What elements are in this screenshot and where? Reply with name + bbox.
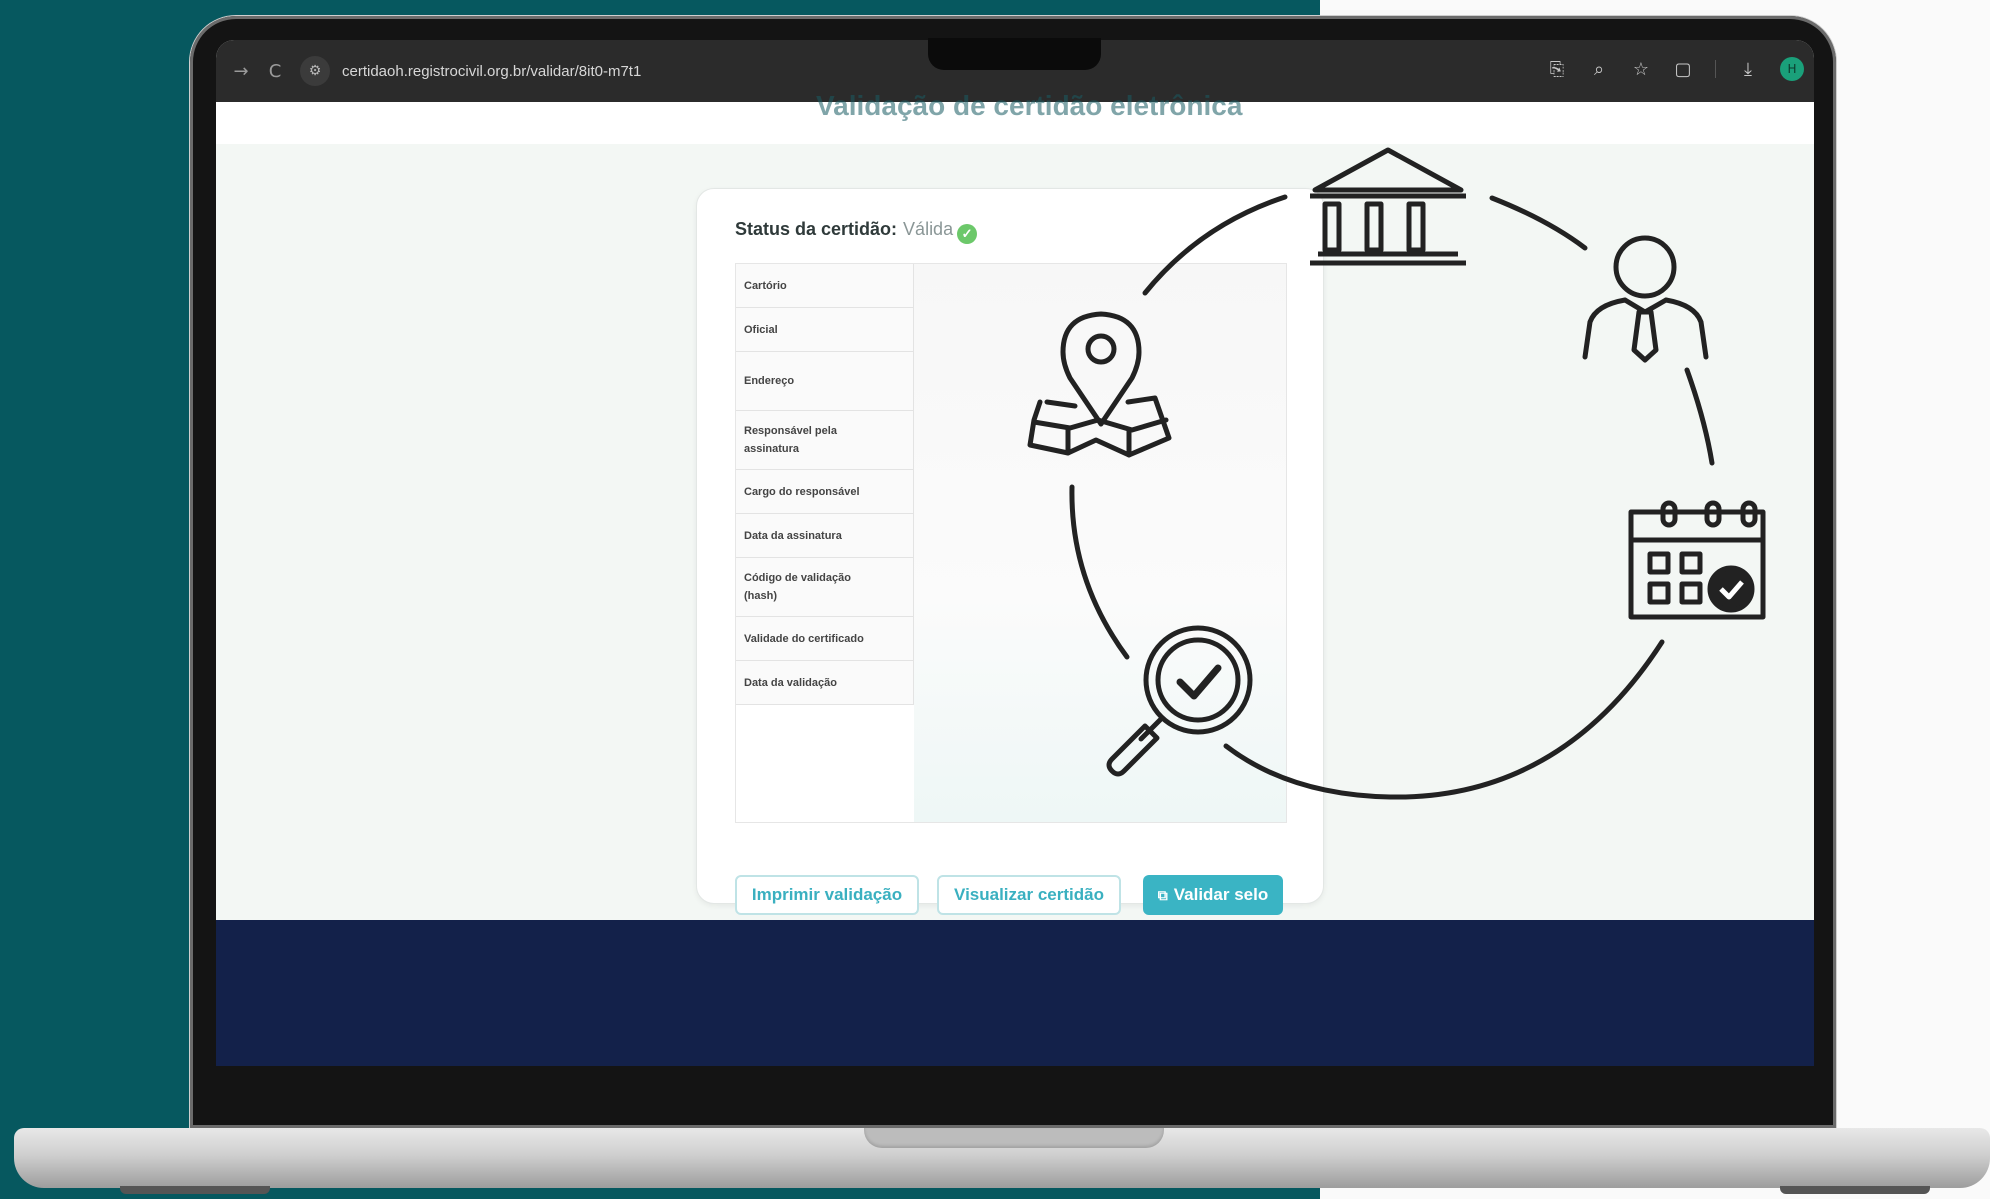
extensions-icon[interactable]: ▢	[1673, 59, 1693, 80]
table-row-label: Cartório	[736, 264, 914, 308]
check-circle-icon: ✓	[957, 224, 978, 244]
zoom-icon[interactable]: ⌕	[1589, 59, 1609, 80]
validate-seal-label: Validar selo	[1173, 885, 1269, 904]
profile-avatar[interactable]: H	[1780, 57, 1804, 81]
validation-card: Status da certidão: Válida ✓ Cartório Ofic…	[696, 188, 1324, 915]
toolbar-divider	[1715, 60, 1716, 78]
reload-button[interactable]: C	[258, 61, 292, 82]
table-row-label: Data da validação	[736, 661, 914, 705]
toolbar-icons: ⎘ ⌕ ☆ ▢ ⤓ H	[1547, 57, 1804, 81]
page-footer	[216, 920, 1814, 1066]
page-title: Validação de certidão eletrônica	[816, 90, 1243, 121]
status-label: Status da certidão:	[735, 219, 898, 239]
table-row-label: Responsável pela assinatura	[736, 411, 914, 470]
status-value: Válida	[903, 219, 954, 239]
external-link-icon: ⧉	[1157, 886, 1168, 903]
translate-icon[interactable]: ⎘	[1547, 59, 1567, 80]
address-bar[interactable]: certidaoh.registrocivil.org.br/validar/8…	[342, 63, 641, 80]
table-row-label: Cargo do responsável	[736, 470, 914, 514]
table-row-label: Data da assinatura	[736, 514, 914, 558]
table-values-area	[914, 264, 1286, 822]
validate-seal-button[interactable]: ⧉ Validar selo	[1143, 875, 1283, 915]
table-row-label: Oficial	[736, 308, 914, 352]
download-icon[interactable]: ⤓	[1738, 59, 1758, 80]
table-row-label: Validade do certificado	[736, 617, 914, 661]
laptop-foot-left	[120, 1186, 270, 1194]
laptop-opening-notch	[864, 1128, 1164, 1148]
back-button[interactable]: →	[224, 61, 258, 82]
certificate-status: Status da certidão: Válida ✓	[735, 219, 978, 244]
details-table: Cartório Oficial Endereço Responsável pe…	[735, 263, 1287, 823]
table-row-label: Código de validação (hash)	[736, 558, 914, 617]
camera-notch	[928, 38, 1101, 70]
bookmark-star-icon[interactable]: ☆	[1631, 59, 1651, 80]
laptop-foot-right	[1780, 1186, 1930, 1194]
table-row-label: Endereço	[736, 352, 914, 411]
print-validation-button[interactable]: Imprimir validação	[735, 875, 919, 915]
site-settings-icon[interactable]: ⚙	[300, 56, 330, 86]
page-header-strip: Validação de certidão eletrônica	[216, 90, 1814, 144]
view-certificate-button[interactable]: Visualizar certidão	[937, 875, 1121, 915]
laptop-screen: → C ⚙ certidaoh.registrocivil.org.br/val…	[216, 40, 1814, 1066]
